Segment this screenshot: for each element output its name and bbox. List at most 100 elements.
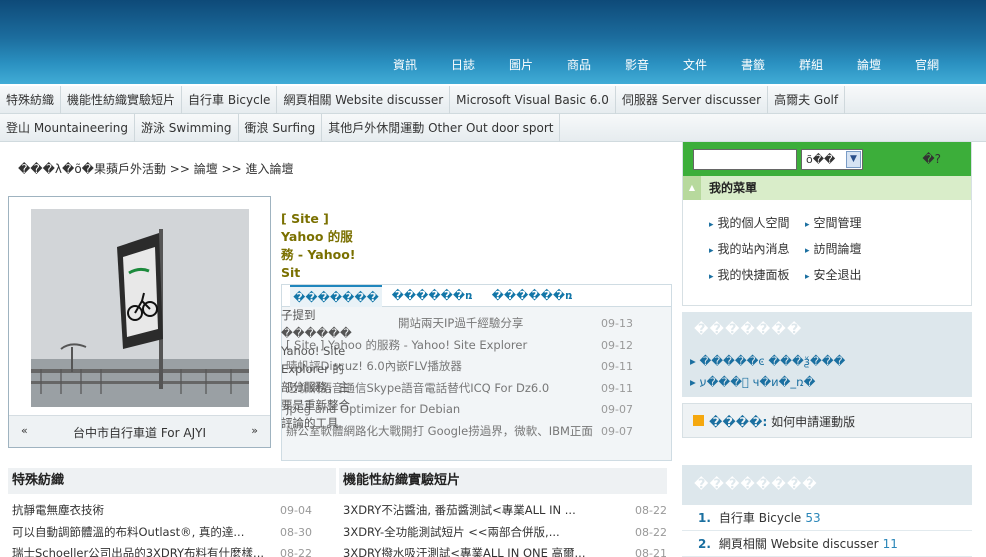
slide-caption[interactable]: 台中市自行車道 For AJYI bbox=[9, 424, 270, 441]
tab-newest[interactable]: ������� bbox=[290, 285, 382, 307]
nav-blog[interactable]: 日誌 bbox=[434, 56, 492, 73]
category-tab[interactable]: 機能性紡織實驗短片 bbox=[61, 86, 183, 114]
nav-video[interactable]: 影音 bbox=[608, 56, 666, 73]
category-bar-2: 登山 Mountaineering 游泳 Swimming 衝浪 Surfing… bbox=[0, 114, 986, 142]
thread-date: 08-22 bbox=[280, 547, 312, 557]
menu-item-space-admin[interactable]: ▸ 空間管理 bbox=[805, 214, 862, 231]
nav-docs[interactable]: 文件 bbox=[666, 56, 724, 73]
list-item[interactable]: 3XDRY-全功能測試短片 <<兩部合併版,... 08-22 bbox=[339, 522, 667, 544]
category-tab[interactable]: Microsoft Visual Basic 6.0 bbox=[450, 86, 616, 114]
topic-date: 09-12 bbox=[601, 338, 633, 352]
menu-item-label: 安全退出 bbox=[813, 268, 862, 282]
nav-news[interactable]: 資訊 bbox=[376, 56, 434, 73]
topic-title[interactable]: 迅聊網語音通信Skype語音電話替代ICQ For Dz6.0 bbox=[286, 378, 601, 400]
forum-list-textile: 特殊紡織 抗靜電無塵衣技術 09-04 可以自動調節體溫的布料Outlast®, … bbox=[8, 468, 336, 557]
chevron-down-icon[interactable]: ▼ bbox=[846, 151, 861, 168]
breadcrumb[interactable]: ���λ�õ�果蘋戶外活動 >> 論壇 >> 進入論壇 bbox=[18, 160, 293, 177]
tab-replies[interactable]: ������ռ bbox=[482, 285, 582, 307]
notice-link[interactable]: ����: 如何申請運動版 bbox=[709, 413, 855, 430]
menu-item-my-space[interactable]: ▸ 我的個人空間 bbox=[709, 214, 790, 231]
category-tab[interactable]: 衝浪 Surfing bbox=[239, 114, 323, 142]
list-item[interactable]: 3XDRY不沾醬油, 番茄醬測試<專業ALL IN ... 08-22 bbox=[339, 500, 667, 522]
sidebar-info-box: ������� ▸ �����ͼ ���ѯ��� ▸ ע���ͬ ч�и�_ռ� bbox=[682, 312, 972, 397]
search-input[interactable] bbox=[693, 149, 797, 170]
topic-title[interactable]: 開站兩天IP過千經驗分享 bbox=[398, 313, 598, 335]
rank-number: 1. bbox=[698, 511, 711, 525]
forum-list-header[interactable]: 機能性紡織實驗短片 bbox=[339, 468, 667, 494]
list-item[interactable]: 瑞士Schoeller公司出品的3XDRY布料有什麼樣... 08-22 bbox=[8, 543, 336, 557]
category-tab[interactable]: 自行車 Bicycle bbox=[182, 86, 278, 114]
bullet-icon: ▸ bbox=[805, 220, 810, 230]
category-bar-1: 特殊紡織 機能性紡織實驗短片 自行車 Bicycle 網頁相關 Website … bbox=[0, 86, 986, 114]
list-item[interactable]: 辦公室軟體網路化大戰開打 Google捞過界，微軟、IBM正面 09-07 bbox=[282, 421, 671, 443]
info-box-link[interactable]: ▸ ע���ͬ ч�и�_ռ� bbox=[690, 375, 815, 389]
category-tab[interactable]: 伺服器 Server discusser bbox=[616, 86, 769, 114]
nav-official[interactable]: 官網 bbox=[898, 56, 956, 73]
nav-bookmarks[interactable]: 書籤 bbox=[724, 56, 782, 73]
ranking-title: �������� bbox=[694, 477, 818, 492]
bullet-icon: ▸ bbox=[709, 246, 714, 256]
menu-item-label: 我的快捷面板 bbox=[717, 268, 790, 282]
menu-item-visit-forum[interactable]: ▸ 訪問論壇 bbox=[805, 240, 862, 257]
search-button[interactable]: �? bbox=[922, 152, 941, 166]
nav-images[interactable]: 圖片 bbox=[492, 56, 550, 73]
list-item[interactable]: 迅聊網語音通信Skype語音電話替代ICQ For Dz6.0 09-11 bbox=[282, 378, 671, 400]
slide-photo[interactable] bbox=[31, 209, 249, 407]
rank-count: 53 bbox=[805, 511, 821, 525]
thread-title[interactable]: 3XDRY不沾醬油, 番茄醬測試<專業ALL IN ... bbox=[343, 500, 603, 522]
tab-hot[interactable]: ������ռ bbox=[382, 285, 482, 307]
topic-title[interactable]: [ Site ] Yahoo 的服務 - Yahoo! Site Explore… bbox=[286, 335, 601, 357]
topic-title[interactable]: 辦公室軟體網路化大戰開打 Google捞過界，微軟、IBM正面 bbox=[286, 421, 601, 443]
ranking-list: 1. 自行車 Bicycle 53 2. 網頁相關 Website discusser… bbox=[682, 505, 972, 557]
ranking-item[interactable]: 2. 網頁相關 Website discusser 11 bbox=[682, 531, 972, 557]
collapse-arrow-icon[interactable]: ▲ bbox=[683, 176, 701, 200]
list-item[interactable]: [ Site ] Yahoo 的服務 - Yahoo! Site Explore… bbox=[282, 335, 671, 357]
category-tab[interactable]: 其他戶外休閒運動 Other Out door sport bbox=[322, 114, 561, 142]
ranking-item[interactable]: 1. 自行車 Bicycle 53 bbox=[682, 505, 972, 531]
bullet-icon: ▸ bbox=[805, 246, 810, 256]
notice-square-icon bbox=[693, 415, 704, 426]
list-item[interactable]: 可以自動調節體溫的布料Outlast®, 真的達... 08-30 bbox=[8, 522, 336, 544]
search-type-select[interactable]: õ�� ▼ bbox=[801, 149, 863, 170]
search-bar: õ�� ▼ �? bbox=[683, 142, 971, 176]
list-item[interactable]: 晴帆評Discuz! 6.0內嵌FLV播放器 09-11 bbox=[282, 356, 671, 378]
category-tab[interactable]: 登山 Mountaineering bbox=[0, 114, 135, 142]
category-tab[interactable]: 網頁相關 Website discusser bbox=[277, 86, 451, 114]
menu-item-quick-panel[interactable]: ▸ 我的快捷面板 bbox=[709, 266, 790, 283]
category-tab[interactable]: 高爾夫 Golf bbox=[768, 86, 846, 114]
featured-line: Sit bbox=[281, 265, 301, 280]
thread-title[interactable]: 瑞士Schoeller公司出品的3XDRY布料有什麼樣... bbox=[12, 543, 272, 557]
slide-next-button[interactable]: » bbox=[251, 424, 258, 437]
thread-date: 09-04 bbox=[280, 504, 312, 517]
thread-title[interactable]: 可以自動調節體溫的布料Outlast®, 真的達... bbox=[12, 522, 272, 544]
list-item[interactable]: 抗靜電無塵衣技術 09-04 bbox=[8, 500, 336, 522]
info-box-link[interactable]: ▸ �����ͼ ���ѯ��� bbox=[690, 354, 845, 368]
nav-goods[interactable]: 商品 bbox=[550, 56, 608, 73]
featured-line: Yahoo 的服 bbox=[281, 229, 353, 244]
nav-groups[interactable]: 群組 bbox=[782, 56, 840, 73]
topic-date: 09-11 bbox=[601, 381, 633, 395]
list-item[interactable]: Jpeg and Optimizer for Debian 09-07 bbox=[282, 399, 671, 421]
topic-date: 09-11 bbox=[601, 360, 633, 373]
category-tab[interactable]: 特殊紡織 bbox=[0, 86, 62, 114]
nav-forum[interactable]: 論壇 bbox=[840, 56, 898, 73]
rank-name: 自行車 Bicycle bbox=[718, 511, 802, 525]
list-item[interactable]: 開站兩天IP過千經驗分享 09-13 bbox=[282, 313, 671, 335]
thread-title[interactable]: 抗靜電無塵衣技術 bbox=[12, 500, 272, 522]
list-item[interactable]: 3XDRY撥水吸汗測試<專業ALL IN ONE 高爾... 08-21 bbox=[339, 543, 667, 557]
topic-title[interactable]: 晴帆評Discuz! 6.0內嵌FLV播放器 bbox=[286, 356, 601, 378]
thread-date: 08-21 bbox=[635, 547, 667, 557]
my-menu-header[interactable]: ▲ 我的菜單 bbox=[683, 176, 971, 200]
thread-title[interactable]: 3XDRY-全功能測試短片 <<兩部合併版,... bbox=[343, 522, 603, 544]
forum-list-header[interactable]: 特殊紡織 bbox=[8, 468, 336, 494]
featured-topic[interactable]: [ Site ] Yahoo 的服 務 - Yahoo! Sit bbox=[281, 210, 371, 282]
category-tab[interactable]: 游泳 Swimming bbox=[135, 114, 239, 142]
info-box-title: ������� bbox=[694, 322, 803, 337]
menu-item-messages[interactable]: ▸ 我的站內消息 bbox=[709, 240, 790, 257]
notice-label: ����: bbox=[709, 415, 768, 429]
menu-item-label: 訪問論壇 bbox=[813, 242, 862, 256]
thread-title[interactable]: 3XDRY撥水吸汗測試<專業ALL IN ONE 高爾... bbox=[343, 543, 603, 557]
menu-item-logout[interactable]: ▸ 安全退出 bbox=[805, 266, 862, 283]
topic-title[interactable]: Jpeg and Optimizer for Debian bbox=[286, 399, 601, 421]
featured-line: [ Site ] bbox=[281, 211, 329, 226]
